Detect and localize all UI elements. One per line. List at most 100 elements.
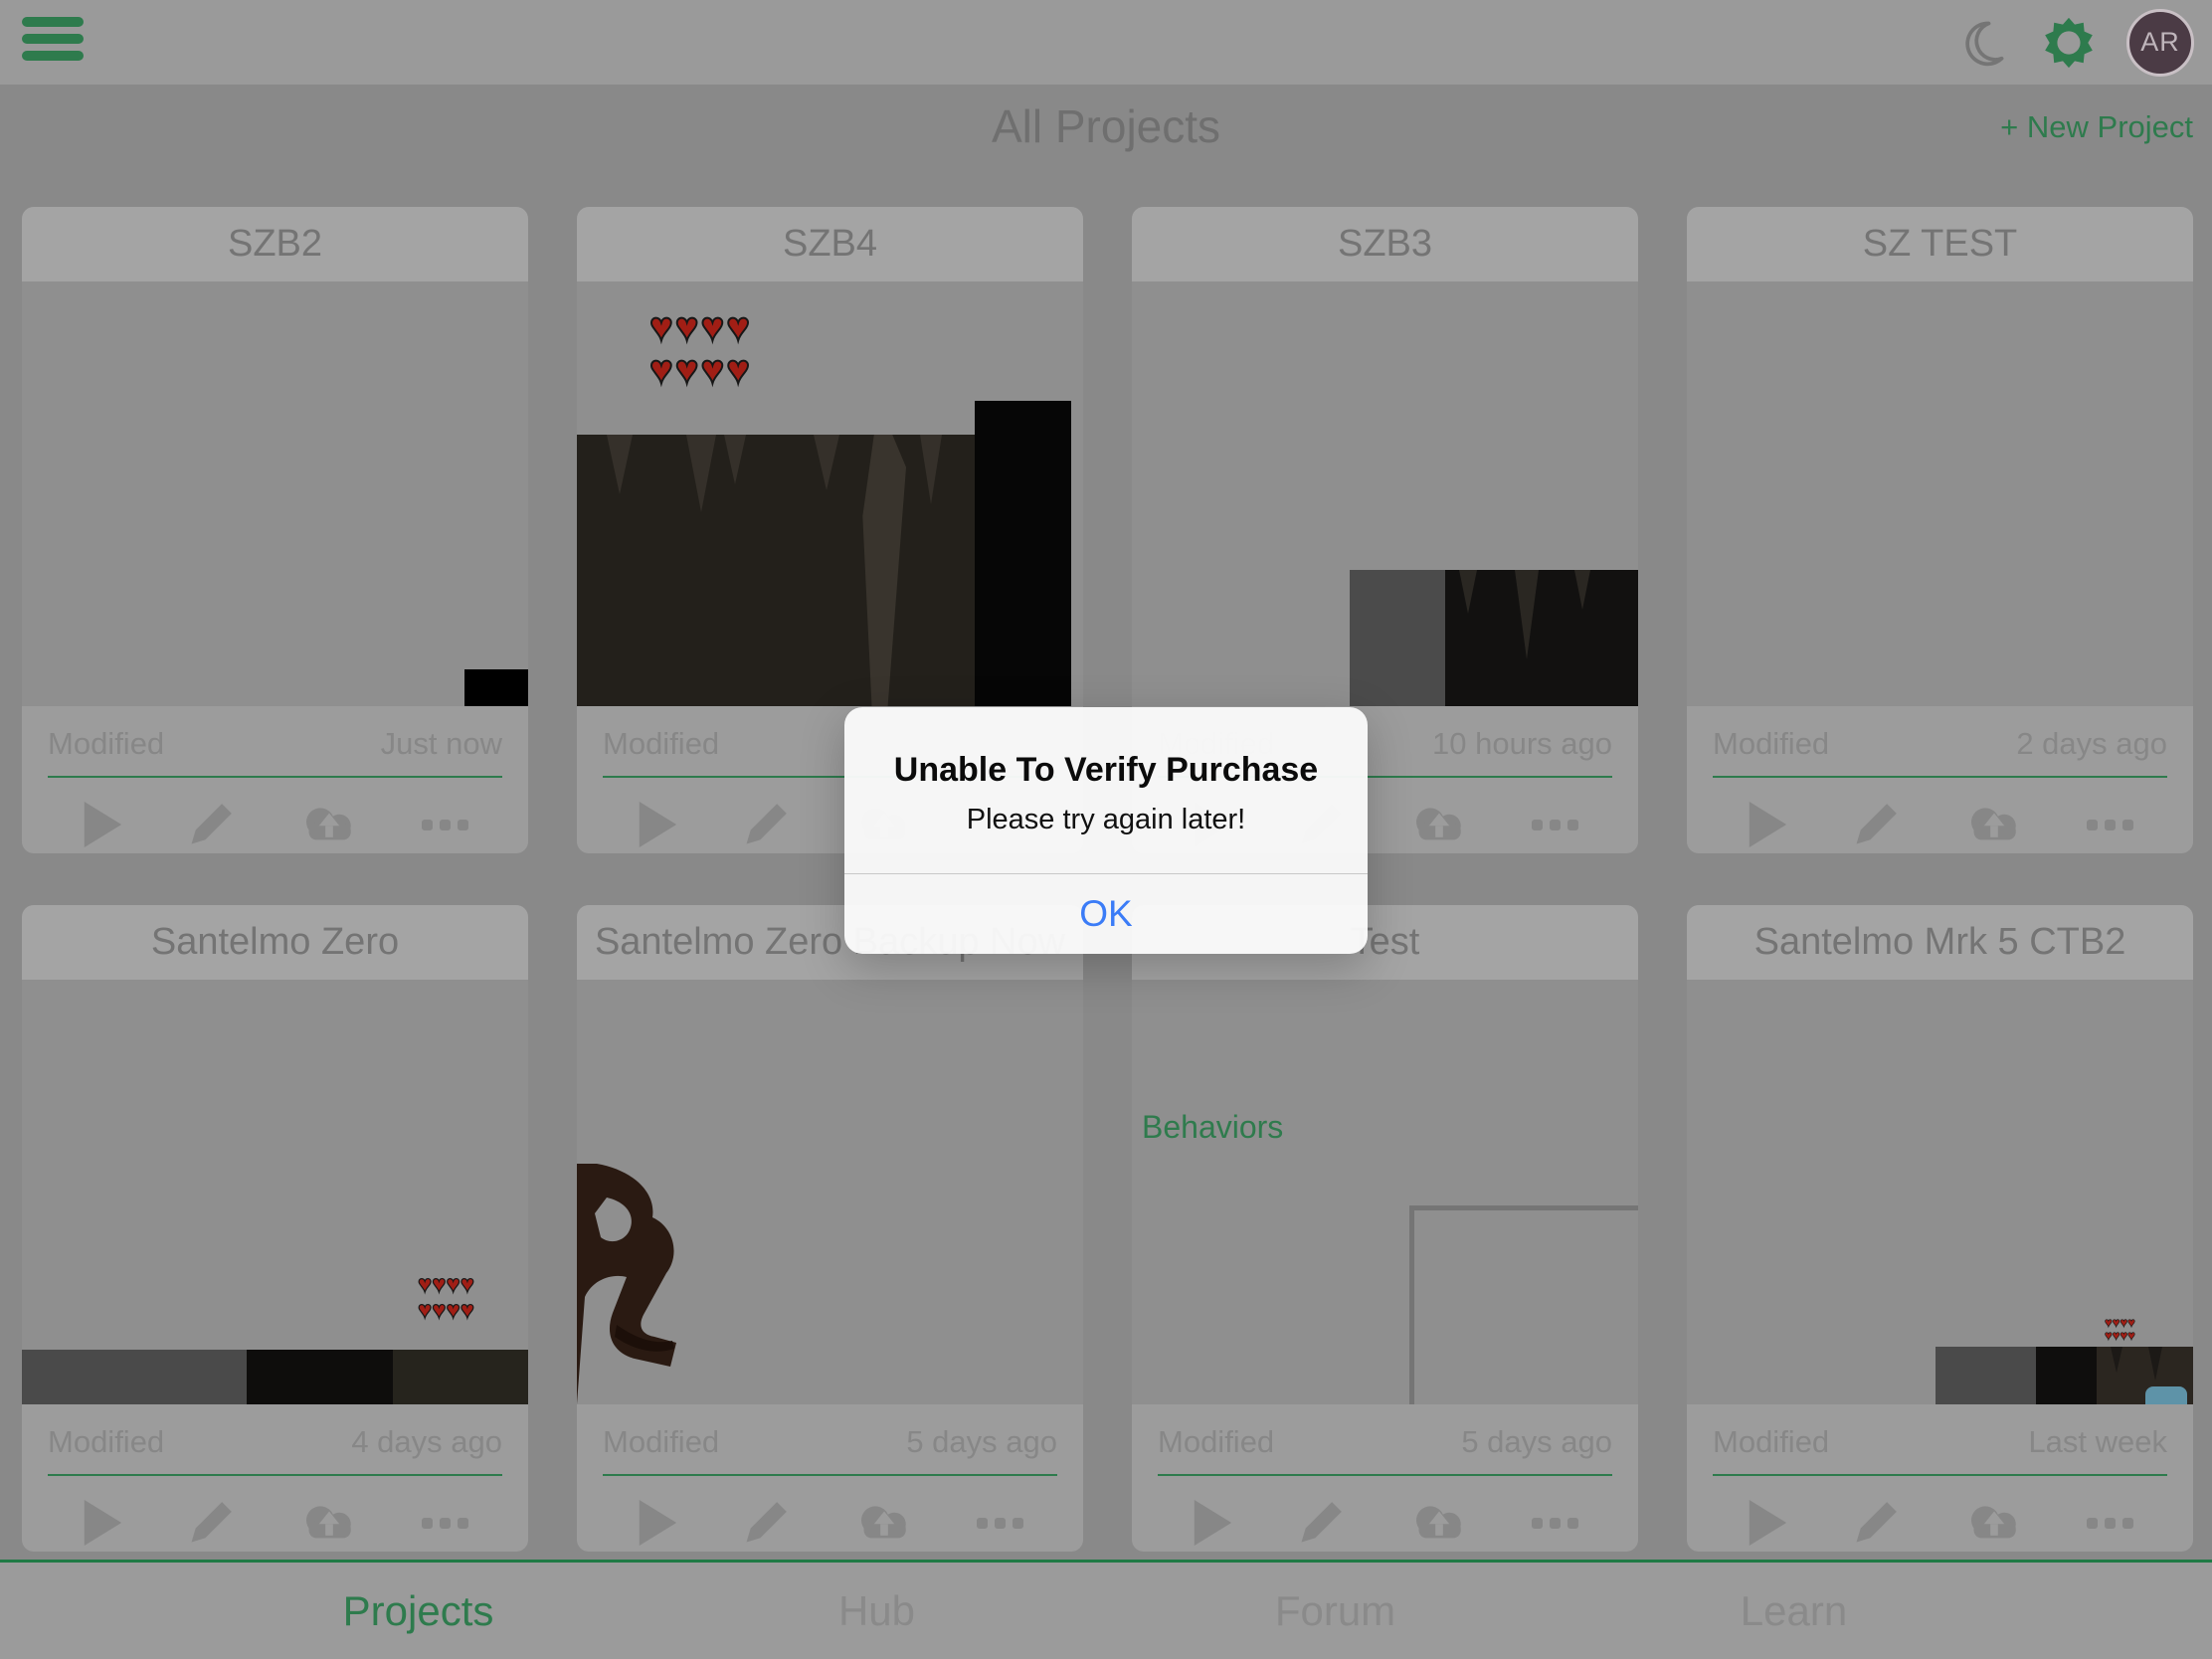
project-thumbnail: ♥♥♥♥ ♥♥♥♥: [1687, 980, 2193, 1404]
more-options-button[interactable]: [422, 1516, 471, 1530]
play-button[interactable]: [634, 1496, 679, 1550]
project-card-szb2[interactable]: SZB2 Modified Just now: [22, 207, 528, 853]
modified-time: Last week: [2028, 1424, 2167, 1460]
project-title: Santelmo Mrk 5 CTB2: [1754, 921, 2126, 964]
light-mode-sun-icon[interactable]: [2041, 15, 2097, 71]
project-card-santelmo-mrk5[interactable]: Santelmo Mrk 5 CTB2 ♥♥♥♥ ♥♥♥♥ Modified: [1687, 905, 2193, 1552]
ground-strip: [1687, 1347, 2193, 1404]
project-title-bar: SZ TEST: [1687, 207, 2193, 281]
project-title-bar: Santelmo Zero: [22, 905, 528, 980]
project-thumbnail: [577, 980, 1083, 1404]
project-title-bar: SZB4: [577, 207, 1083, 281]
edit-pencil-button[interactable]: [1851, 800, 1901, 849]
cloud-upload-button[interactable]: [853, 1500, 915, 1546]
avatar[interactable]: AR: [2126, 9, 2194, 77]
modified-time: 5 days ago: [906, 1424, 1057, 1460]
page-title: All Projects: [0, 99, 2212, 153]
more-options-button[interactable]: [2087, 818, 2136, 831]
thumbnail-black-block: [464, 669, 528, 706]
card-footer: Modified 5 days ago: [1132, 1404, 1638, 1552]
cloud-upload-button[interactable]: [298, 802, 360, 847]
tab-hub[interactable]: Hub: [647, 1587, 1106, 1635]
more-options-button[interactable]: [2087, 1516, 2136, 1530]
alert-title: Unable To Verify Purchase: [894, 751, 1318, 790]
divider: [48, 776, 502, 778]
modified-label: Modified: [603, 1424, 719, 1460]
project-thumbnail: [1687, 281, 2193, 706]
modified-time: 10 hours ago: [1432, 726, 1612, 762]
tab-forum[interactable]: Forum: [1106, 1587, 1565, 1635]
more-options-button[interactable]: [1532, 818, 1581, 831]
cloud-upload-button[interactable]: [1963, 1500, 2025, 1546]
project-title: SZB3: [1338, 223, 1432, 266]
modified-time: 4 days ago: [351, 1424, 502, 1460]
divider: [1713, 776, 2167, 778]
modified-label: Modified: [48, 1424, 164, 1460]
project-card-santelmo-zero[interactable]: Santelmo Zero ♥♥♥♥ ♥♥♥♥ Modified 4 days …: [22, 905, 528, 1552]
edit-pencil-button[interactable]: [741, 1498, 791, 1548]
project-title: SZB2: [228, 223, 322, 266]
edit-pencil-button[interactable]: [1851, 1498, 1901, 1548]
cloud-upload-button[interactable]: [1963, 802, 2025, 847]
project-thumbnail: [1132, 281, 1638, 706]
behaviors-label: Behaviors: [1142, 1109, 1283, 1146]
project-title: SZB4: [783, 223, 877, 266]
project-thumbnail: [22, 281, 528, 706]
top-bar: AR: [0, 0, 2212, 85]
card-footer: Modified 5 days ago: [577, 1404, 1083, 1552]
card-footer: Modified Just now: [22, 706, 528, 853]
divider: [48, 1474, 502, 1476]
play-button[interactable]: [79, 798, 124, 851]
cloud-upload-button[interactable]: [298, 1500, 360, 1546]
project-thumbnail: ♥♥♥♥ ♥♥♥♥: [22, 980, 528, 1404]
bottom-tab-bar: Projects Hub Forum Learn: [0, 1560, 2212, 1659]
cloud-upload-button[interactable]: [1408, 802, 1470, 847]
square-outline: [1409, 1205, 1638, 1404]
play-button[interactable]: [634, 798, 679, 851]
project-title-bar: Santelmo Mrk 5 CTB2: [1687, 905, 2193, 980]
more-options-button[interactable]: [1532, 1516, 1581, 1530]
edit-pencil-button[interactable]: [186, 800, 236, 849]
project-title-bar: SZB3: [1132, 207, 1638, 281]
dark-mode-moon-icon[interactable]: [1955, 15, 2011, 71]
new-project-button[interactable]: + New Project: [2000, 109, 2193, 145]
edit-pencil-button[interactable]: [1296, 1498, 1346, 1548]
modified-label: Modified: [48, 726, 164, 762]
project-title: Santelmo Zero: [151, 921, 399, 964]
root-branch-art: [577, 1164, 706, 1404]
tab-learn[interactable]: Learn: [1565, 1587, 2023, 1635]
modified-label: Modified: [603, 726, 719, 762]
modified-label: Modified: [1713, 1424, 1829, 1460]
play-button[interactable]: [79, 1496, 124, 1550]
gray-block: [1350, 570, 1445, 706]
project-card-santelmo-zero-backup[interactable]: Santelmo Zero Backup Now Modified 5 days…: [577, 905, 1083, 1552]
more-options-button[interactable]: [977, 1516, 1026, 1530]
modified-label: Modified: [1713, 726, 1829, 762]
project-card-test[interactable]: Test Behaviors Modified 5 days ago: [1132, 905, 1638, 1552]
ok-button[interactable]: OK: [844, 874, 1368, 954]
modified-time: 5 days ago: [1461, 1424, 1612, 1460]
ground-strip: [22, 1350, 528, 1404]
avatar-initials: AR: [2140, 27, 2180, 58]
project-card-sz-test[interactable]: SZ TEST Modified 2 days ago: [1687, 207, 2193, 853]
divider: [1158, 1474, 1612, 1476]
menu-icon[interactable]: [22, 17, 84, 69]
project-title: SZ TEST: [1863, 223, 2018, 266]
cloud-upload-button[interactable]: [1408, 1500, 1470, 1546]
card-footer: Modified Last week: [1687, 1404, 2193, 1552]
alert-dialog: Unable To Verify Purchase Please try aga…: [844, 707, 1368, 954]
edit-pencil-button[interactable]: [741, 800, 791, 849]
project-thumbnail: ♥♥♥♥ ♥♥♥♥: [577, 281, 1083, 706]
modified-time: Just now: [381, 726, 502, 762]
play-button[interactable]: [1744, 1496, 1789, 1550]
card-footer: Modified 4 days ago: [22, 1404, 528, 1552]
edit-pencil-button[interactable]: [186, 1498, 236, 1548]
divider: [1713, 1474, 2167, 1476]
play-button[interactable]: [1189, 1496, 1234, 1550]
card-footer: Modified 2 days ago: [1687, 706, 2193, 853]
tab-projects[interactable]: Projects: [189, 1587, 647, 1635]
hearts-hud: ♥♥♥♥ ♥♥♥♥: [418, 1272, 495, 1330]
play-button[interactable]: [1744, 798, 1789, 851]
hearts-hud: ♥♥♥♥ ♥♥♥♥: [2105, 1316, 2162, 1342]
more-options-button[interactable]: [422, 818, 471, 831]
